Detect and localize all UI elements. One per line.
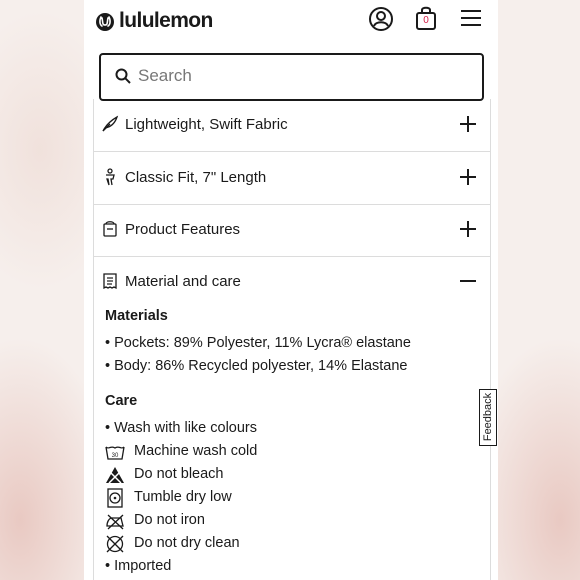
care-item-text: Tumble dry low	[134, 489, 232, 505]
shopping-bag-button[interactable]: 0	[415, 5, 441, 31]
origin-text: • Imported	[105, 558, 172, 574]
no-dry-clean-icon	[106, 535, 124, 553]
brand-wordmark[interactable]: lululemon	[119, 9, 213, 33]
accordion-label: Classic Fit, 7" Length	[125, 169, 267, 186]
search-icon	[115, 68, 131, 84]
no-bleach-icon	[106, 467, 124, 484]
accordion-label: Material and care	[125, 273, 241, 290]
fit-figure-icon	[106, 168, 115, 186]
feedback-tab[interactable]: Feedback	[479, 389, 497, 446]
accordion-label: Lightweight, Swift Fabric	[125, 116, 288, 133]
care-intro: • Wash with like colours	[105, 420, 258, 436]
features-icon	[103, 221, 117, 237]
care-item-text: Do not bleach	[134, 466, 224, 482]
accordion-material-and-care[interactable]: Material and care	[94, 256, 490, 308]
bag-count-badge: 0	[423, 15, 429, 26]
accordion-fabric[interactable]: Lightweight, Swift Fabric	[94, 99, 490, 152]
expand-plus-icon[interactable]	[460, 169, 476, 185]
material-item: • Body: 86% Recycled polyester, 14% Elas…	[105, 358, 408, 374]
materials-heading: Materials	[105, 308, 168, 324]
menu-icon[interactable]	[460, 8, 486, 34]
care-label-icon	[103, 273, 117, 290]
no-iron-icon	[106, 514, 124, 530]
svg-text:30: 30	[112, 453, 119, 459]
product-details-accordion: Lightweight, Swift Fabric Classic Fit, 7…	[93, 99, 491, 580]
search-bar[interactable]	[99, 53, 484, 101]
material-item: • Pockets: 89% Polyester, 11% Lycra® ela…	[105, 335, 411, 351]
search-input[interactable]	[138, 65, 468, 87]
feather-icon	[102, 115, 119, 132]
product-page: lululemon 0 Search Lightweight, Swift Fa…	[84, 0, 498, 580]
tumble-dry-low-icon	[107, 488, 123, 508]
accordion-label: Product Features	[125, 221, 241, 238]
lululemon-logo-icon[interactable]	[96, 13, 114, 31]
expand-plus-icon[interactable]	[460, 116, 476, 132]
collapse-minus-icon[interactable]	[460, 273, 476, 289]
wash-cold-icon: 30	[105, 446, 125, 460]
accordion-product-features[interactable]: Product Features	[94, 204, 490, 257]
care-item-text: Machine wash cold	[134, 443, 258, 459]
site-header: lululemon 0	[84, 0, 498, 46]
expand-plus-icon[interactable]	[460, 221, 476, 237]
feedback-label: Feedback	[482, 392, 494, 442]
care-item-text: Do not dry clean	[134, 535, 240, 551]
account-icon[interactable]	[368, 6, 394, 32]
care-item-text: Do not iron	[134, 512, 205, 528]
accordion-fit[interactable]: Classic Fit, 7" Length	[94, 152, 490, 205]
care-heading: Care	[105, 393, 138, 409]
